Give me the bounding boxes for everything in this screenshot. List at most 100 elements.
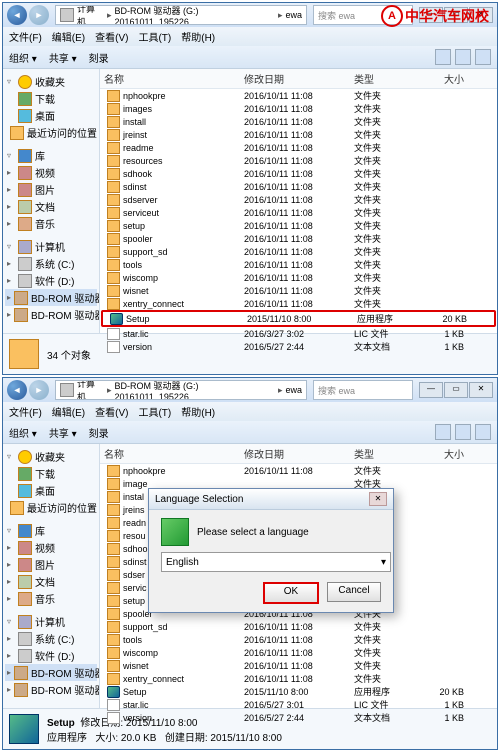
file-row[interactable]: jreinst2016/10/11 11:08文件夹 <box>100 128 497 141</box>
preview-pane-icon[interactable] <box>455 49 471 65</box>
file-row[interactable]: images2016/10/11 11:08文件夹 <box>100 102 497 115</box>
file-row[interactable]: resources2016/10/11 11:08文件夹 <box>100 154 497 167</box>
minimize-button[interactable]: — <box>419 382 443 398</box>
col-name[interactable]: 名称 <box>100 446 244 461</box>
col-type[interactable]: 类型 <box>354 446 414 461</box>
file-row[interactable]: tools2016/10/11 11:08文件夹 <box>100 258 497 271</box>
tool-organize[interactable]: 组织 ▾ <box>9 425 37 440</box>
nav-back-button[interactable]: ◄ <box>7 5 27 25</box>
col-date[interactable]: 修改日期 <box>244 71 354 86</box>
breadcrumb[interactable]: 计算机 ▸ BD-ROM 驱动器 (G:) 20161011_195226 ▸ … <box>55 5 307 25</box>
sidebar-sysdrive[interactable]: 系统 (C:) <box>35 631 74 646</box>
file-row[interactable]: readme2016/10/11 11:08文件夹 <box>100 141 497 154</box>
search-input[interactable]: 搜索 ewa <box>313 380 413 400</box>
sidebar-favorites[interactable]: 收藏夹 <box>35 74 65 89</box>
sidebar-computer[interactable]: 计算机 <box>35 239 65 254</box>
file-row[interactable]: nphookpre2016/10/11 11:08文件夹 <box>100 464 497 477</box>
sidebar-desktop[interactable]: 桌面 <box>35 483 55 498</box>
tool-share[interactable]: 共享 ▾ <box>49 50 77 65</box>
col-size[interactable]: 大小 <box>414 71 470 86</box>
sidebar-videos[interactable]: 视频 <box>35 165 55 180</box>
file-row[interactable]: xentry_connect2016/10/11 11:08文件夹 <box>100 672 497 685</box>
file-row[interactable]: star.lic2016/3/27 3:02LIC 文件1 KB <box>100 327 497 340</box>
file-row[interactable]: install2016/10/11 11:08文件夹 <box>100 115 497 128</box>
sidebar-swdrive[interactable]: 软件 (D:) <box>35 273 74 288</box>
file-row[interactable]: sdinst2016/10/11 11:08文件夹 <box>100 180 497 193</box>
help-icon[interactable] <box>475 49 491 65</box>
file-row[interactable]: serviceut2016/10/11 11:08文件夹 <box>100 206 497 219</box>
sidebar-music[interactable]: 音乐 <box>35 216 55 231</box>
sidebar-bdrom2[interactable]: BD-ROM 驱动器 <box>31 682 100 697</box>
file-row[interactable]: spooler2016/10/11 11:08文件夹 <box>100 232 497 245</box>
maximize-button[interactable]: ▭ <box>444 382 468 398</box>
breadcrumb-drive[interactable]: BD-ROM 驱动器 (G:) 20161011_195226 <box>114 380 274 400</box>
dialog-close-button[interactable]: ✕ <box>369 492 387 506</box>
sidebar-music[interactable]: 音乐 <box>35 591 55 606</box>
menu-view[interactable]: 查看(V) <box>95 404 128 419</box>
file-row[interactable]: xentry_connect2016/10/11 11:08文件夹 <box>100 297 497 310</box>
tool-share[interactable]: 共享 ▾ <box>49 425 77 440</box>
sidebar-bdrom1[interactable]: BD-ROM 驱动器 <box>31 665 100 680</box>
sidebar-recent[interactable]: 最近访问的位置 <box>27 125 97 140</box>
menu-file[interactable]: 文件(F) <box>9 404 42 419</box>
file-row[interactable]: nphookpre2016/10/11 11:08文件夹 <box>100 89 497 102</box>
menu-tools[interactable]: 工具(T) <box>138 29 171 44</box>
sidebar-pictures[interactable]: 图片 <box>35 557 55 572</box>
sidebar-recent[interactable]: 最近访问的位置 <box>27 500 97 515</box>
language-select[interactable]: English ▾ <box>161 552 391 572</box>
tool-burn[interactable]: 刻录 <box>89 425 109 440</box>
sidebar-libraries[interactable]: 库 <box>35 148 45 163</box>
breadcrumb-root[interactable]: 计算机 <box>77 5 104 25</box>
sidebar-docs[interactable]: 文档 <box>35 199 55 214</box>
breadcrumb[interactable]: 计算机 ▸ BD-ROM 驱动器 (G:) 20161011_195226 ▸ … <box>55 380 307 400</box>
ok-button[interactable]: OK <box>263 582 319 604</box>
file-row[interactable]: tools2016/10/11 11:08文件夹 <box>100 633 497 646</box>
col-type[interactable]: 类型 <box>354 71 414 86</box>
file-row[interactable]: wisnet2016/10/11 11:08文件夹 <box>100 284 497 297</box>
sidebar-computer[interactable]: 计算机 <box>35 614 65 629</box>
sidebar-pictures[interactable]: 图片 <box>35 182 55 197</box>
preview-pane-icon[interactable] <box>455 424 471 440</box>
menu-help[interactable]: 帮助(H) <box>181 404 215 419</box>
file-row[interactable]: Setup2015/11/10 8:00应用程序20 KB <box>100 685 497 698</box>
file-row[interactable]: version2016/5/27 2:44文本文档1 KB <box>100 340 497 353</box>
sidebar-docs[interactable]: 文档 <box>35 574 55 589</box>
col-size[interactable]: 大小 <box>414 446 470 461</box>
file-row[interactable]: sdhook2016/10/11 11:08文件夹 <box>100 167 497 180</box>
menu-edit[interactable]: 编辑(E) <box>52 29 85 44</box>
sidebar-favorites[interactable]: 收藏夹 <box>35 449 65 464</box>
file-row[interactable]: wisnet2016/10/11 11:08文件夹 <box>100 659 497 672</box>
menu-file[interactable]: 文件(F) <box>9 29 42 44</box>
file-row[interactable]: version2016/5/27 2:44文本文档1 KB <box>100 711 497 724</box>
sidebar-libraries[interactable]: 库 <box>35 523 45 538</box>
file-row[interactable]: support_sd2016/10/11 11:08文件夹 <box>100 245 497 258</box>
cancel-button[interactable]: Cancel <box>327 582 381 602</box>
breadcrumb-drive[interactable]: BD-ROM 驱动器 (G:) 20161011_195226 <box>114 5 274 25</box>
sidebar-bdrom2[interactable]: BD-ROM 驱动器 <box>31 307 100 322</box>
tool-burn[interactable]: 刻录 <box>89 50 109 65</box>
close-button[interactable]: ✕ <box>469 382 493 398</box>
file-row[interactable]: wiscomp2016/10/11 11:08文件夹 <box>100 646 497 659</box>
sidebar-sysdrive[interactable]: 系统 (C:) <box>35 256 74 271</box>
sidebar-videos[interactable]: 视频 <box>35 540 55 555</box>
nav-back-button[interactable]: ◄ <box>7 380 27 400</box>
help-icon[interactable] <box>475 424 491 440</box>
file-row[interactable]: wiscomp2016/10/11 11:08文件夹 <box>100 271 497 284</box>
sidebar-swdrive[interactable]: 软件 (D:) <box>35 648 74 663</box>
file-row[interactable]: support_sd2016/10/11 11:08文件夹 <box>100 620 497 633</box>
sidebar-downloads[interactable]: 下载 <box>35 91 55 106</box>
breadcrumb-folder[interactable]: ewa <box>285 385 302 395</box>
breadcrumb-root[interactable]: 计算机 <box>77 380 104 400</box>
menu-help[interactable]: 帮助(H) <box>181 29 215 44</box>
sidebar-desktop[interactable]: 桌面 <box>35 108 55 123</box>
sidebar-bdrom1[interactable]: BD-ROM 驱动器 <box>31 290 100 305</box>
col-date[interactable]: 修改日期 <box>244 446 354 461</box>
view-options-icon[interactable] <box>435 49 451 65</box>
file-row[interactable]: star.lic2016/5/27 3:01LIC 文件1 KB <box>100 698 497 711</box>
breadcrumb-folder[interactable]: ewa <box>285 10 302 20</box>
file-row[interactable]: Setup2015/11/10 8:00应用程序20 KB <box>101 310 496 327</box>
file-row[interactable]: setup2016/10/11 11:08文件夹 <box>100 219 497 232</box>
view-options-icon[interactable] <box>435 424 451 440</box>
tool-organize[interactable]: 组织 ▾ <box>9 50 37 65</box>
menu-view[interactable]: 查看(V) <box>95 29 128 44</box>
